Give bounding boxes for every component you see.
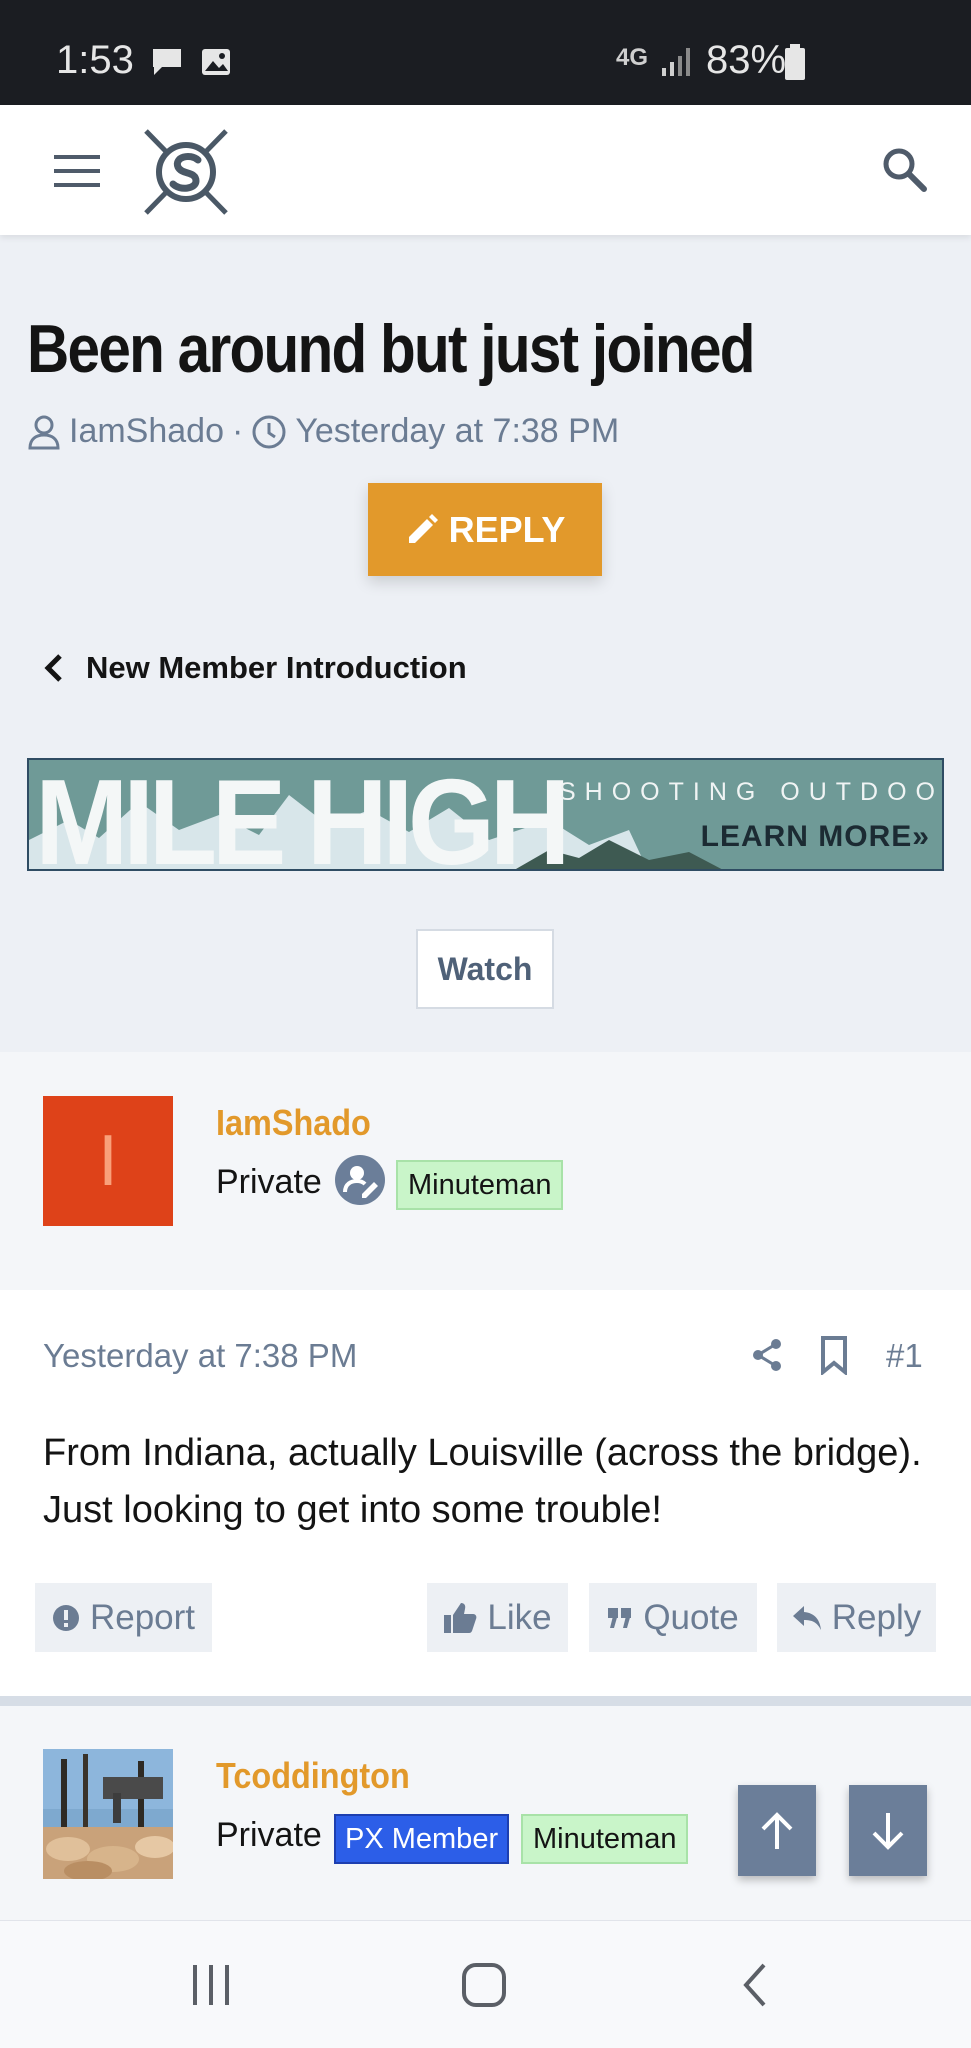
reply-label: Reply [831, 1597, 922, 1637]
share-icon[interactable] [750, 1337, 784, 1373]
avatar[interactable]: I [43, 1096, 173, 1226]
post-body: From Indiana, actually Louisville (acros… [43, 1432, 922, 1531]
battery-percent: 83% [706, 38, 787, 82]
signal-icon [662, 48, 690, 76]
battery-icon [785, 44, 805, 80]
reply-label: REPLY [448, 508, 566, 550]
quote-icon [608, 1607, 632, 1628]
avatar[interactable] [43, 1749, 173, 1879]
app-header [0, 105, 971, 235]
image-notification-icon [202, 49, 230, 75]
hamburger-icon[interactable] [54, 153, 102, 189]
status-time: 1:53 [56, 38, 134, 82]
like-button[interactable]: Like [427, 1583, 568, 1652]
clock-icon [252, 415, 286, 448]
back-icon[interactable] [738, 1961, 772, 2009]
home-icon[interactable] [460, 1961, 508, 2009]
verified-user-icon [335, 1155, 385, 1205]
report-label: Report [89, 1597, 196, 1637]
badge-px-member: PX Member [334, 1814, 510, 1864]
alert-icon [52, 1604, 79, 1631]
recent-apps-icon[interactable] [190, 1963, 234, 2007]
post-username[interactable]: Tcoddington [216, 1755, 410, 1797]
site-logo[interactable] [138, 127, 234, 217]
scroll-top-button[interactable] [738, 1785, 816, 1876]
user-icon [28, 415, 60, 449]
breadcrumb[interactable]: New Member Introduction [40, 650, 467, 686]
system-nav-bar [0, 1920, 971, 2048]
watch-button[interactable]: Watch [416, 929, 554, 1009]
thread-date[interactable]: Yesterday at 7:38 PM [295, 412, 619, 451]
chevron-left-icon [44, 654, 62, 682]
post-username[interactable]: IamShado [216, 1102, 371, 1144]
arrow-down-icon [872, 1812, 904, 1850]
thread-reply-button[interactable]: REPLY [368, 483, 602, 576]
network-type: 4G [616, 44, 649, 71]
bookmark-icon[interactable] [818, 1335, 850, 1375]
breadcrumb-label: New Member Introduction [86, 650, 467, 685]
post-reply-button[interactable]: Reply [777, 1583, 936, 1652]
arrow-up-icon [761, 1811, 793, 1849]
message-notification-icon [153, 49, 181, 75]
post-date[interactable]: Yesterday at 7:38 PM [43, 1337, 357, 1375]
thread-meta: IamShado · Yesterday at 7:38 PM [27, 412, 619, 451]
ad-tagline: SHOOTING OUTDOORS [559, 778, 944, 806]
report-button[interactable]: Report [35, 1583, 212, 1652]
post-divider [0, 1696, 971, 1706]
quote-label: Quote [643, 1597, 739, 1637]
search-icon[interactable] [880, 145, 928, 193]
badge-minuteman: Minuteman [396, 1160, 564, 1210]
status-bar: 1:53 4G 83% [0, 0, 971, 105]
user-role: Private [216, 1163, 322, 1201]
pencil-icon [408, 513, 438, 543]
ad-cta[interactable]: LEARN MORE» [701, 820, 930, 854]
like-label: Like [487, 1597, 552, 1637]
quote-button[interactable]: Quote [589, 1583, 757, 1652]
thread-author[interactable]: IamShado [69, 412, 224, 451]
reply-arrow-icon [792, 1605, 821, 1630]
thread-title: Been around but just joined [27, 311, 756, 387]
post-number[interactable]: #1 [886, 1337, 923, 1375]
badge-minuteman: Minuteman [521, 1814, 689, 1864]
user-role: Private [216, 1816, 322, 1854]
scroll-bottom-button[interactable] [849, 1785, 927, 1876]
thumbs-up-icon [444, 1602, 477, 1633]
ad-banner[interactable]: MILE HIGH SHOOTING OUTDOORS LEARN MORE» [27, 758, 944, 871]
ad-headline: MILE HIGH [35, 758, 571, 871]
meta-separator: · [232, 412, 244, 450]
